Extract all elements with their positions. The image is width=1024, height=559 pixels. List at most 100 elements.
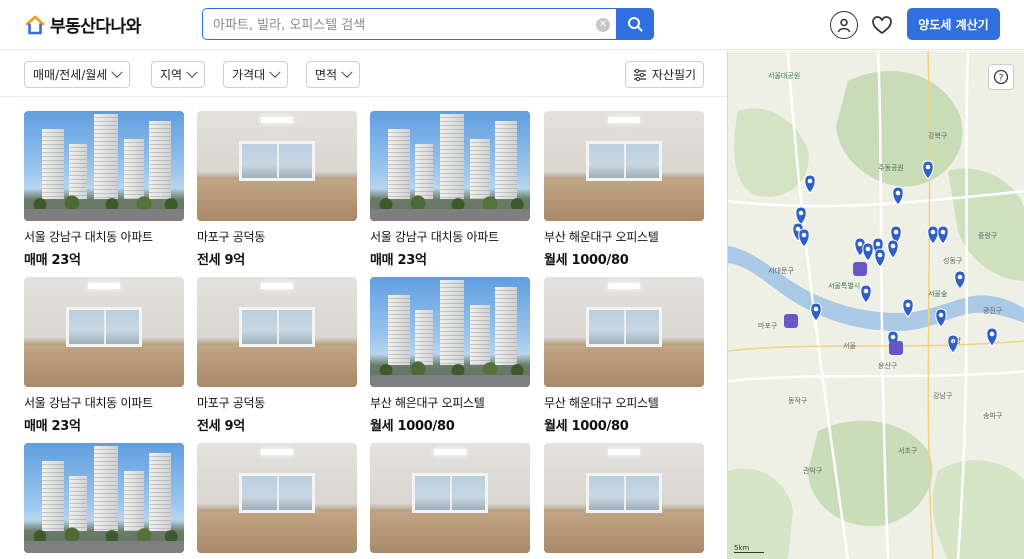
building-marker-icon[interactable] — [853, 262, 867, 276]
listing-price: 전세 9억 — [197, 253, 245, 268]
listing-photo — [544, 443, 704, 553]
search-icon — [628, 17, 643, 32]
listing-price: 전세 9억 — [197, 419, 245, 434]
listing-photo — [24, 277, 184, 387]
listing-title: 무산 해운대구 오피스텔 — [544, 396, 659, 410]
map-pin-dot — [893, 229, 899, 235]
listing-price: 매매 23억 — [370, 253, 427, 268]
map-pin-dot — [890, 334, 896, 340]
map-place-label: 주동공원 — [878, 164, 904, 172]
map-pin-icon[interactable] — [937, 225, 949, 245]
listing-price: 월세 1000/80 — [370, 419, 455, 434]
map-pin-icon[interactable] — [860, 284, 872, 304]
map-panel[interactable]: 서울대공원 주동공원 강북구 서대문구 마포구 성동구 서울숲 광진구 동작구 … — [727, 51, 1024, 559]
filter-bar: 매매/전세/월세 지역 가격대 면적 자산필기 — [0, 51, 727, 97]
listing-card[interactable]: 무산 해운대구 오피스텔월세 1000/80 — [544, 277, 704, 434]
search-button[interactable] — [616, 8, 654, 40]
listing-photo — [370, 111, 530, 221]
area-filter-label: 면적 — [315, 68, 338, 82]
app-logo[interactable]: 부동산다나와 — [24, 12, 141, 37]
map-pin-dot — [875, 241, 881, 247]
listing-card[interactable]: 마포구 공덕동 — [197, 443, 357, 559]
listing-photo — [370, 443, 530, 553]
map-pin-dot — [798, 210, 804, 216]
map-pin-dot — [940, 229, 946, 235]
listing-card[interactable]: 서울 강남구 대치동 이파트매매 23억 — [24, 277, 184, 434]
map-place-label: 성동구 — [943, 257, 963, 265]
listing-card[interactable]: 부산 해운대구 오피스텔 월세 1000/80 — [544, 111, 704, 268]
clear-search-button[interactable]: ✕ — [596, 18, 610, 32]
favorites-button[interactable] — [870, 13, 894, 37]
tax-calculator-button[interactable]: 양도세 계산기 — [907, 8, 1000, 40]
map-pin-icon[interactable] — [862, 242, 874, 262]
listing-card[interactable]: 서울 강남구 대치동 아파트 매매 23억 — [24, 111, 184, 268]
listing-card[interactable]: 부산 해은대구 오피스텔 월세 1000/80 — [370, 277, 530, 434]
map-place-label: 동작구 — [788, 397, 808, 405]
user-profile-button[interactable] — [830, 11, 858, 39]
map-place-label: 용산구 — [878, 362, 898, 370]
listing-card[interactable]: 서울 강남구 대치동 아파트 — [24, 443, 184, 559]
map-place-label: 광진구 — [983, 307, 1003, 315]
chevron-down-icon — [186, 66, 198, 78]
map-pin-dot — [863, 288, 869, 294]
map-pin-dot — [813, 306, 819, 312]
search-input[interactable] — [213, 15, 593, 35]
price-filter[interactable]: 가격대 — [223, 61, 289, 88]
map-help-button[interactable]: ? — [988, 64, 1014, 90]
listing-card[interactable]: 서울 강남구 대치동 아파트 매매 23억 — [370, 111, 530, 268]
listing-photo — [544, 111, 704, 221]
map-pin-icon[interactable] — [804, 174, 816, 194]
map-pin-icon[interactable] — [798, 228, 810, 248]
listing-photo — [197, 111, 357, 221]
search-bar: ✕ — [202, 8, 654, 40]
map-pin-icon[interactable] — [810, 302, 822, 322]
map-pin-dot — [857, 241, 863, 247]
listing-photo — [24, 443, 184, 553]
listing-photo — [24, 111, 184, 221]
map-place-label: 송파구 — [983, 412, 1003, 420]
map-pin-icon[interactable] — [887, 239, 899, 259]
deal-type-filter[interactable]: 매매/전세/월세 — [24, 61, 131, 88]
map-canvas[interactable] — [728, 51, 1024, 559]
listing-card[interactable]: 마포구 공덕동 — [370, 443, 530, 559]
listing-price: 매매 23억 — [24, 419, 81, 434]
listing-title: 마포구 공덕동 — [197, 230, 265, 244]
map-place-label: 강남구 — [933, 392, 953, 400]
map-pin-dot — [895, 190, 901, 196]
map-scale: 5km — [734, 544, 764, 553]
map-pin-dot — [905, 302, 911, 308]
top-header: 부동산다나와 ✕ 양도세 계산기 — [0, 0, 1024, 50]
listing-card[interactable]: 부산 해운대구 오피스텔 — [544, 443, 704, 559]
map-place-label: 서울특별시 — [828, 282, 861, 290]
map-pin-icon[interactable] — [935, 308, 947, 328]
listing-photo — [197, 277, 357, 387]
price-filter-label: 가격대 — [232, 68, 266, 82]
map-pin-icon[interactable] — [954, 270, 966, 290]
listing-title: 부산 해운대구 오피스텔 — [544, 230, 659, 244]
chevron-down-icon — [111, 66, 123, 78]
map-pin-dot — [865, 246, 871, 252]
home-logo-icon — [25, 15, 45, 34]
region-filter-label: 지역 — [160, 68, 183, 82]
map-place-label: 중랑구 — [978, 232, 998, 240]
listing-price: 월세 1000/80 — [544, 419, 629, 434]
region-filter[interactable]: 지역 — [151, 61, 206, 88]
map-pin-dot — [807, 178, 813, 184]
building-marker-icon[interactable] — [889, 341, 903, 355]
asset-filter-button[interactable]: 자산필기 — [625, 61, 704, 88]
chevron-down-icon — [341, 66, 353, 78]
deal-type-filter-label: 매매/전세/월세 — [33, 68, 108, 82]
listing-price: 매매 23억 — [24, 253, 81, 268]
map-pin-icon[interactable] — [874, 248, 886, 268]
chevron-down-icon — [269, 66, 281, 78]
map-place-label: 관악구 — [803, 467, 823, 475]
map-pin-dot — [925, 164, 931, 170]
map-pin-dot — [877, 252, 883, 258]
listing-photo — [544, 277, 704, 387]
area-filter[interactable]: 면적 — [306, 61, 361, 88]
listing-title: 서울 강남구 대치동 이파트 — [24, 396, 153, 410]
listing-card[interactable]: 마포구 공덕동 전세 9억 — [197, 277, 357, 434]
listing-card[interactable]: 마포구 공덕동전세 9억 — [197, 111, 357, 268]
map-place-label: 강북구 — [928, 132, 948, 140]
building-marker-icon[interactable] — [784, 314, 798, 328]
